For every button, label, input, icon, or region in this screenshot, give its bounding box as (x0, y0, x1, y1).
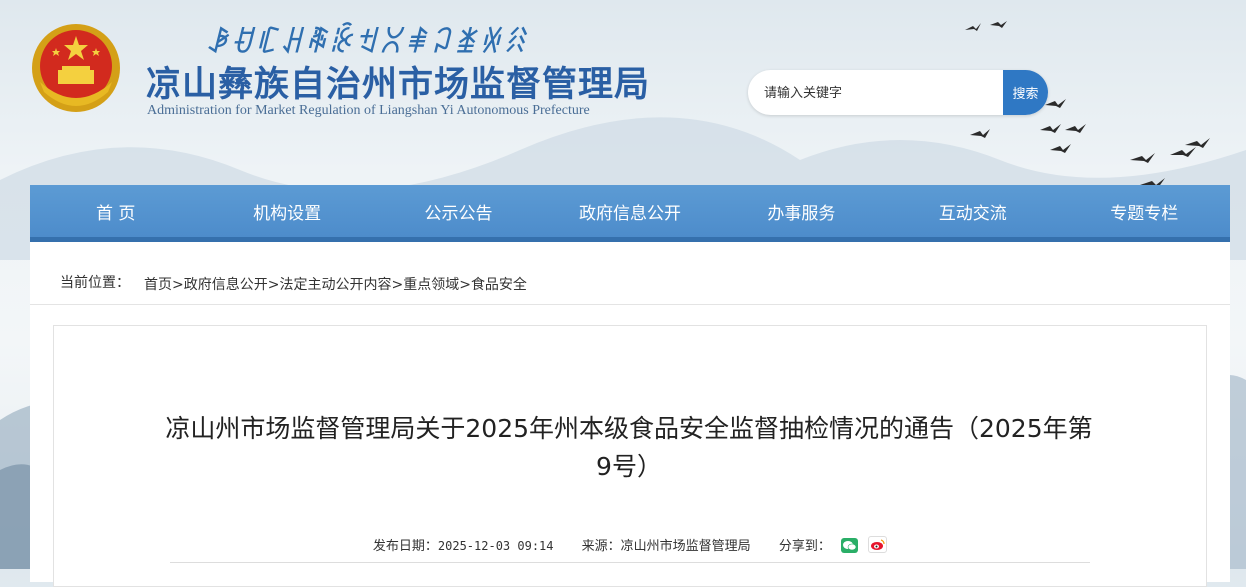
breadcrumb-separator: > (391, 277, 404, 293)
breadcrumb-item-food-safety[interactable]: 食品安全 (471, 277, 527, 293)
birds-decoration-icon (965, 21, 1210, 198)
publish-date-group: 发布日期：2025-12-03 09:14 (373, 539, 554, 554)
site-subtitle: Administration for Market Regulation of … (147, 103, 590, 118)
breadcrumb-separator: > (172, 277, 184, 293)
breadcrumb-divider (30, 304, 1230, 305)
national-emblem-icon (32, 24, 120, 112)
weibo-icon[interactable] (868, 536, 888, 553)
publish-date: 2025-12-03 09:14 (437, 539, 554, 553)
publish-label: 发布日期： (372, 539, 438, 554)
breadcrumb-item-gov-info[interactable]: 政府信息公开 (184, 277, 268, 293)
article-container: 凉山州市场监督管理局关于2025年州本级食品安全监督抽检情况的通告（2025年第… (53, 325, 1207, 587)
share-group: 分享到： (778, 536, 888, 554)
nav-item-gov-info[interactable]: 政府信息公开 (544, 185, 715, 237)
breadcrumb: 首页>政府信息公开>法定主动公开内容>重点领域>食品安全 (144, 274, 527, 294)
wechat-icon[interactable] (840, 538, 858, 553)
nav-item-services[interactable]: 办事服务 (716, 185, 887, 237)
share-label: 分享到： (778, 539, 831, 554)
breadcrumb-separator: > (459, 277, 471, 293)
nav-item-special-topics[interactable]: 专题专栏 (1059, 185, 1230, 237)
source-value: 凉山州市场监督管理局 (620, 539, 751, 554)
site-title: 凉山彝族自治州市场监督管理局 (146, 65, 651, 105)
source-group: 来源：凉山州市场监督管理局 (582, 539, 751, 554)
article-title: 凉山州市场监督管理局关于2025年州本级食品安全监督抽检情况的通告（2025年第… (165, 414, 1093, 481)
breadcrumb-separator: > (267, 277, 280, 293)
breadcrumb-label: 当前位置： (60, 275, 130, 291)
nav-item-organization[interactable]: 机构设置 (201, 185, 372, 237)
nav-item-interaction[interactable]: 互动交流 (887, 185, 1058, 237)
nav-item-announcements[interactable]: 公示公告 (373, 185, 544, 237)
source-label: 来源： (581, 539, 621, 554)
breadcrumb-item-key-areas[interactable]: 重点领域 (403, 277, 459, 293)
nav-item-home[interactable]: 首 页 (30, 185, 201, 237)
main-nav: 首 页 机构设置 公示公告 政府信息公开 办事服务 互动交流 专题专栏 (30, 185, 1230, 237)
yi-language-name: ꆃꀀꏸꃅꎹꊬꉬꇤꑌꃀꁧꏾꋧ (205, 26, 529, 59)
article-meta: 发布日期：2025-12-03 09:14 来源：凉山州市场监督管理局 分享到： (54, 535, 1206, 554)
breadcrumb-item-home[interactable]: 首页 (144, 277, 172, 293)
site-header: ꆃꀀꏸꃅꎹꊬꉬꇤꑌꃀꁧꏾꋧ 凉山彝族自治州市场监督管理局 Administrat… (0, 0, 1246, 198)
meta-divider (170, 562, 1090, 563)
breadcrumb-item-statutory[interactable]: 法定主动公开内容 (279, 277, 391, 293)
